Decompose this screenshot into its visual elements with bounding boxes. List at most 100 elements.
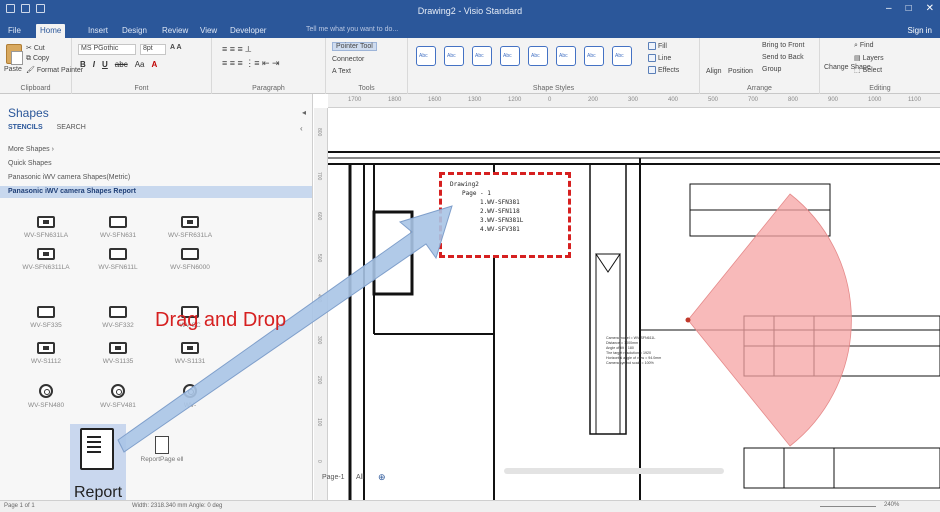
stencil-item-report[interactable]: Panasonic iWV camera Shapes Report (0, 186, 312, 198)
minimize-icon[interactable]: – (886, 3, 892, 14)
shape-style-5[interactable] (528, 46, 548, 66)
camera-shape[interactable]: WV- (150, 384, 230, 424)
line-icon (648, 54, 656, 62)
camera-shape[interactable]: WV-SF335 (6, 306, 86, 346)
camera-icon (109, 306, 127, 318)
position-button[interactable]: Position (728, 68, 753, 75)
camera-shape[interactable]: WV-S1131 (150, 342, 230, 382)
camera-shape[interactable]: WV-SFN611L (78, 248, 158, 288)
page-tab-1[interactable]: Page-1 (322, 474, 345, 481)
text-tool-button[interactable]: A Text (332, 68, 351, 75)
maximize-icon[interactable]: □ (906, 3, 912, 14)
pointer-tool-button[interactable]: Pointer Tool (332, 42, 377, 51)
camera-name: WV- (183, 402, 197, 409)
bring-front-button[interactable]: Bring to Front (762, 42, 804, 49)
tab-search[interactable]: SEARCH (57, 124, 86, 131)
ribbon: Paste ✂ Cut ⧉ Copy 🖌 Format Painter Clip… (0, 38, 940, 94)
page-tab-all[interactable]: All (356, 474, 364, 481)
tab-design[interactable]: Design (118, 24, 151, 38)
font-family-combo[interactable]: MS PGothic (78, 44, 136, 55)
report-page-shape[interactable]: ReportPage ell (138, 436, 186, 464)
report-document-icon (80, 428, 114, 470)
report-card-dropped[interactable]: Drawing2 Page - 1 1.WV-SFN381 2.WV-SFN11… (439, 172, 571, 258)
pin-pane-icon[interactable]: ◂ (302, 108, 306, 117)
tell-me-box[interactable]: Tell me what you want to do... (306, 26, 398, 33)
effects-button[interactable]: Effects (648, 66, 679, 74)
zoom-level[interactable]: 240% (884, 502, 899, 508)
bold-button[interactable]: B (80, 60, 86, 69)
camera-name: WV-SFV481 (100, 402, 136, 409)
camera-name: WV-SF332 (102, 322, 134, 329)
shape-style-7[interactable] (584, 46, 604, 66)
camera-shape[interactable]: WV-S1112 (6, 342, 86, 382)
send-back-button[interactable]: Send to Back (762, 54, 804, 61)
select-button[interactable]: ⬚ Select (854, 66, 882, 74)
more-shapes-item[interactable]: More Shapes › (8, 146, 54, 153)
drawing-canvas[interactable]: 1700 1800 1600 1300 1200 0 200 300 400 500 700 800 9… (314, 94, 940, 500)
align-buttons-bottom[interactable]: ≡ ≡ ≡ ⋮≡ ⇤ ⇥ (222, 58, 280, 69)
underline-button[interactable]: U (102, 60, 108, 69)
stencil-item-metric[interactable]: Panasonic iWV camera Shapes(Metric) (8, 174, 130, 181)
desk-1 (689, 183, 831, 211)
camera-shape[interactable]: WV-SFN6000 (150, 248, 230, 288)
tab-developer[interactable]: Developer (226, 24, 270, 38)
find-button[interactable]: ⌕ Find (854, 42, 874, 50)
cut-button[interactable]: ✂ Cut (26, 44, 45, 52)
camera-shape[interactable]: WV-S1135 (78, 342, 158, 382)
camera-icon (181, 248, 199, 260)
horizontal-scrollbar[interactable] (504, 468, 724, 474)
shape-style-1[interactable] (416, 46, 436, 66)
layers-button[interactable]: ▤ Layers (854, 54, 884, 62)
camera-name: WV-SF335 (30, 322, 62, 329)
shape-style-8[interactable] (612, 46, 632, 66)
italic-button[interactable]: I (93, 60, 95, 69)
copy-button[interactable]: ⧉ Copy (26, 55, 49, 63)
shape-style-3[interactable] (472, 46, 492, 66)
zoom-slider[interactable] (820, 506, 876, 507)
strikethrough-button[interactable]: abc (115, 60, 128, 69)
grow-font-button[interactable]: A A (170, 44, 182, 51)
connector-button[interactable]: Connector (332, 56, 364, 63)
tab-view[interactable]: View (196, 24, 221, 38)
camera-name: WV-S1131 (174, 358, 206, 365)
camera-shape[interactable]: WV-SF332 (78, 306, 158, 346)
quick-shapes-item[interactable]: Quick Shapes (8, 160, 52, 167)
window-title: Drawing2 - Visio Standard (417, 6, 523, 16)
report-page-icon (155, 436, 169, 454)
shape-style-6[interactable] (556, 46, 576, 66)
shape-style-2[interactable] (444, 46, 464, 66)
close-icon[interactable]: ✕ (926, 3, 934, 14)
line-button[interactable]: Line (648, 54, 671, 62)
case-button[interactable]: Aa (135, 60, 145, 69)
tab-review[interactable]: Review (158, 24, 192, 38)
shape-style-4[interactable] (500, 46, 520, 66)
shapes-title: Shapes (8, 106, 49, 120)
fill-button[interactable]: Fill (648, 42, 667, 50)
tab-file[interactable]: File (4, 24, 25, 38)
tab-home[interactable]: Home (36, 24, 66, 38)
tab-stencils[interactable]: STENCILS (8, 124, 43, 131)
camera-shape[interactable]: WV-SFN480 (6, 384, 86, 424)
collapse-pane-icon[interactable]: ‹ (300, 124, 303, 133)
align-buttons-top[interactable]: ≡ ≡ ≡ ⟂ (222, 44, 251, 55)
tools-label: Tools (358, 85, 375, 92)
paste-icon[interactable] (6, 44, 23, 65)
editing-group: Change Shape ⌕ Find ▤ Layers ⬚ Select Ed… (820, 38, 940, 94)
align-button[interactable]: Align (706, 68, 722, 75)
add-page-icon[interactable]: ⊕ (378, 472, 386, 483)
desk-4 (743, 447, 940, 489)
font-size-combo[interactable]: 8pt (140, 44, 166, 55)
report-card-item: 2.WV-SFN118 (480, 208, 520, 215)
paste-button[interactable]: Paste (4, 66, 22, 73)
font-color-button[interactable]: A (152, 60, 158, 69)
title-bar: Drawing2 - Visio Standard – □ ✕ (0, 0, 940, 22)
sign-in-link[interactable]: Sign in (908, 26, 932, 35)
fill-icon (648, 42, 656, 50)
camera-shape[interactable]: WV-SFV481 (78, 384, 158, 424)
group-button[interactable]: Group (762, 66, 781, 73)
camera-name: WV-SFN611L (98, 264, 138, 271)
drag-and-drop-label: Drag and Drop (155, 309, 287, 331)
report-shape[interactable]: Report (70, 424, 126, 512)
tab-insert[interactable]: Insert (84, 24, 112, 38)
camera-shape[interactable]: WV-SFN6311LA (6, 248, 86, 288)
